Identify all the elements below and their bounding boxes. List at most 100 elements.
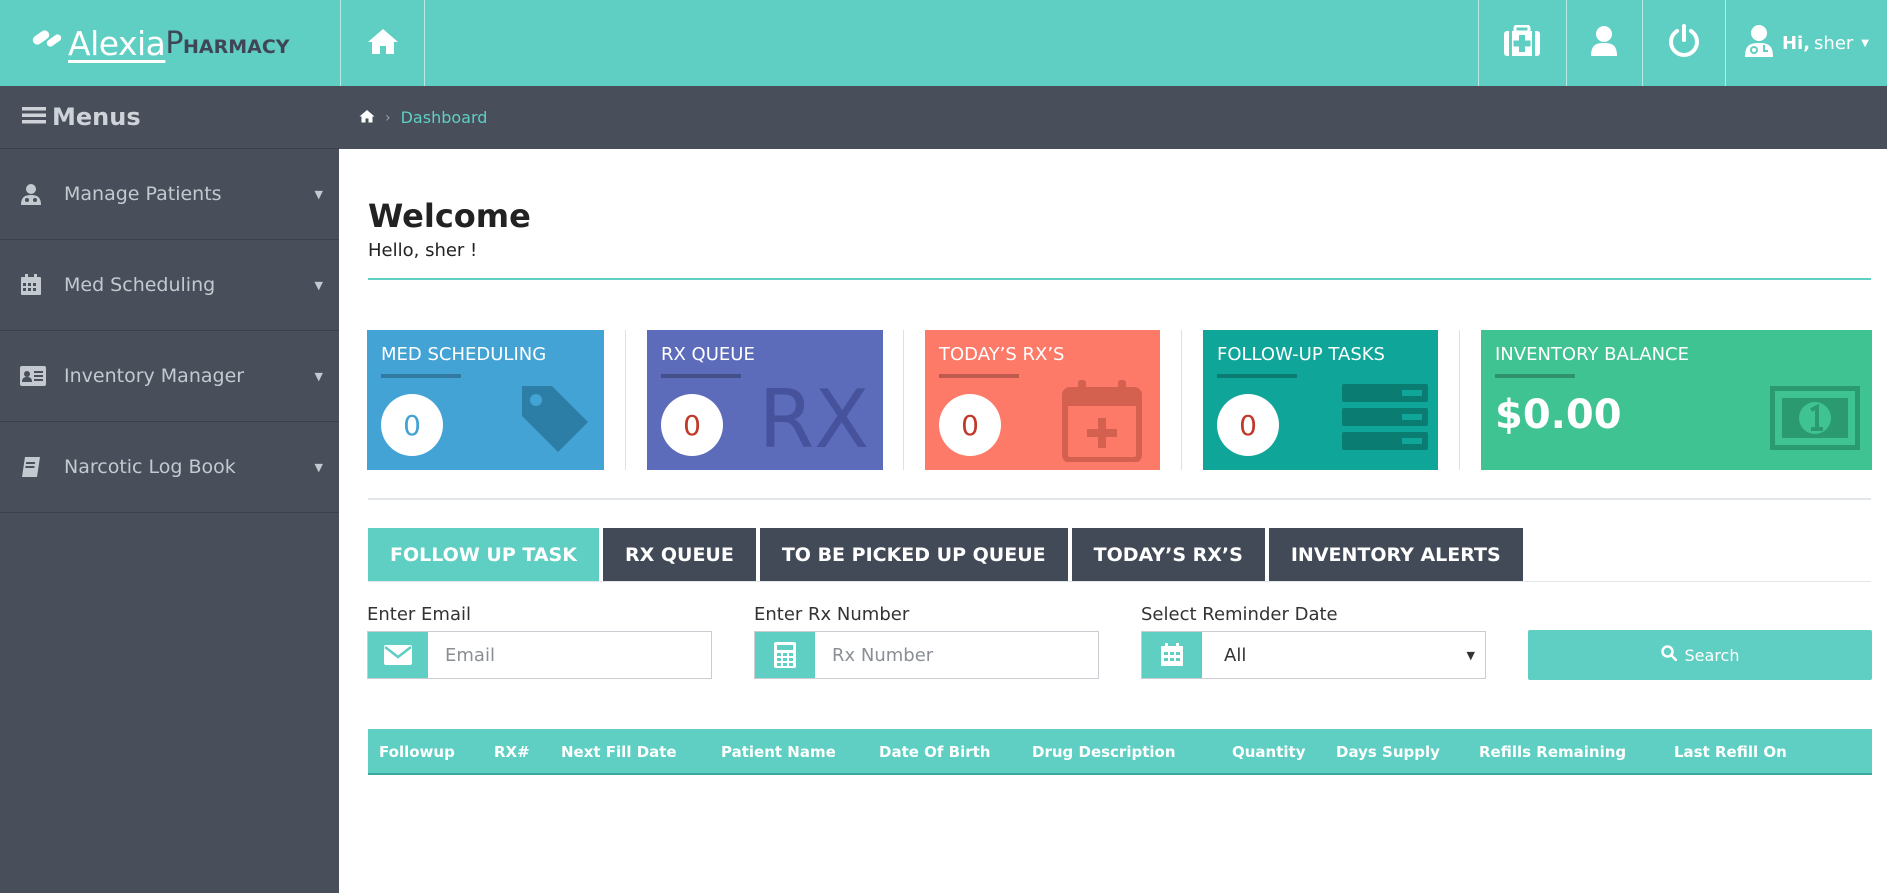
sidebar-item-inventory-manager[interactable]: Inventory Manager ▼ <box>0 331 339 422</box>
tab-inventory-alerts[interactable]: INVENTORY ALERTS <box>1268 528 1523 581</box>
tab-rx-queue[interactable]: RX QUEUE <box>602 528 756 581</box>
header-actions: Hi, sher ▼ <box>1477 0 1887 86</box>
calculator-icon <box>755 632 815 678</box>
card-title: TODAY’S RX’S <box>939 344 1065 365</box>
column-header[interactable]: Drug Description <box>1032 729 1176 775</box>
card-count: 0 <box>661 394 723 456</box>
user-greeting: Hi, <box>1781 32 1811 54</box>
brand-name-primary: Alexia <box>68 23 166 63</box>
column-header[interactable]: Next Fill Date <box>561 729 677 775</box>
rx-icon: RX <box>758 373 869 466</box>
breadcrumb-separator-icon: › <box>385 109 391 126</box>
medkit-icon <box>1502 24 1542 61</box>
search-icon <box>1660 645 1677 665</box>
card-follow-up-tasks[interactable]: FOLLOW-UP TASKS 0 <box>1203 330 1438 470</box>
email-label: Enter Email <box>367 604 471 625</box>
calendar-icon <box>1142 632 1202 678</box>
reminder-date-select[interactable]: All ▼ <box>1202 632 1485 678</box>
tab-todays-rxs[interactable]: TODAY’S RX’S <box>1071 528 1265 581</box>
card-separator <box>625 330 626 470</box>
first-aid-button[interactable] <box>1477 0 1566 86</box>
caret-down-icon: ▼ <box>314 369 323 383</box>
rx-number-input[interactable] <box>815 632 1098 678</box>
user-icon <box>1590 25 1618 61</box>
caret-down-icon: ▼ <box>314 278 323 292</box>
column-header[interactable]: Refills Remaining <box>1479 729 1626 775</box>
calendar-plus-icon <box>1062 378 1142 466</box>
select-caret-icon: ▼ <box>1466 648 1475 662</box>
column-header[interactable]: Followup <box>379 729 455 775</box>
profile-button[interactable] <box>1565 0 1642 86</box>
card-separator <box>1181 330 1182 470</box>
rx-number-field <box>754 631 1099 679</box>
doctor-icon <box>1744 24 1774 63</box>
brand-name-secondary: PHARMACY <box>165 25 290 61</box>
hamburger-icon <box>22 103 46 131</box>
page-subtitle: Hello, sher ! <box>368 240 478 261</box>
queue-tabs: FOLLOW UP TASK RX QUEUE TO BE PICKED UP … <box>368 528 1523 581</box>
card-separator <box>903 330 904 470</box>
user-menu-dropdown[interactable]: Hi, sher ▼ <box>1724 0 1887 86</box>
sidebar-item-label: Narcotic Log Book <box>64 456 236 478</box>
caret-down-icon: ▼ <box>314 460 323 474</box>
email-input[interactable] <box>428 632 711 678</box>
card-count: 0 <box>381 394 443 456</box>
reminder-date-field: All ▼ <box>1141 631 1486 679</box>
sidebar-title: Menus <box>52 103 141 131</box>
card-inventory-balance[interactable]: INVENTORY BALANCE $0.00 <box>1481 330 1872 470</box>
caret-down-icon: ▼ <box>1861 37 1869 49</box>
column-header[interactable]: Date Of Birth <box>879 729 990 775</box>
breadcrumb-home-icon[interactable] <box>359 108 375 127</box>
divider <box>368 278 1871 280</box>
card-underline <box>661 374 741 378</box>
sidebar-item-manage-patients[interactable]: Manage Patients ▼ <box>0 149 339 240</box>
card-rx-queue[interactable]: RX QUEUE 0 RX <box>647 330 883 470</box>
id-card-icon <box>20 366 64 386</box>
pills-icon <box>30 27 66 60</box>
sidebar-item-label: Manage Patients <box>64 183 222 205</box>
logout-button[interactable] <box>1641 0 1725 86</box>
sidebar: Menus Manage Patients ▼ Med Scheduling ▼… <box>0 86 339 893</box>
reminder-date-value: All <box>1224 644 1247 666</box>
main-content: Welcome Hello, sher ! MED SCHEDULING 0 R… <box>339 149 1887 893</box>
sidebar-item-med-scheduling[interactable]: Med Scheduling ▼ <box>0 240 339 331</box>
card-todays-rxs[interactable]: TODAY’S RX’S 0 <box>925 330 1160 470</box>
money-bill-icon <box>1769 385 1861 454</box>
search-button-label: Search <box>1684 645 1740 665</box>
rx-number-label: Enter Rx Number <box>754 604 910 625</box>
card-count: 0 <box>939 394 1001 456</box>
home-icon <box>367 27 399 59</box>
card-count: 0 <box>1217 394 1279 456</box>
breadcrumb: › Dashboard <box>339 86 1887 149</box>
home-button[interactable] <box>340 0 425 86</box>
card-title: RX QUEUE <box>661 344 755 365</box>
card-underline <box>939 374 1019 378</box>
column-header[interactable]: Quantity <box>1232 729 1306 775</box>
card-separator <box>1459 330 1460 470</box>
column-header[interactable]: RX# <box>494 729 530 775</box>
inventory-balance-value: $0.00 <box>1495 392 1622 438</box>
sidebar-menu-toggle[interactable]: Menus <box>0 86 339 149</box>
caret-down-icon: ▼ <box>314 187 323 201</box>
tab-to-be-picked-up-queue[interactable]: TO BE PICKED UP QUEUE <box>759 528 1068 581</box>
sidebar-item-label: Inventory Manager <box>64 365 245 387</box>
email-field <box>367 631 712 679</box>
breadcrumb-current[interactable]: Dashboard <box>401 108 488 127</box>
column-header[interactable]: Patient Name <box>721 729 836 775</box>
card-med-scheduling[interactable]: MED SCHEDULING 0 <box>367 330 604 470</box>
search-button[interactable]: Search <box>1528 630 1872 680</box>
tasks-list-icon <box>1342 384 1428 454</box>
card-underline <box>1495 374 1575 378</box>
column-header[interactable]: Last Refill On <box>1674 729 1787 775</box>
card-title: FOLLOW-UP TASKS <box>1217 344 1385 365</box>
card-underline <box>381 374 461 378</box>
brand-logo[interactable]: Alexia PHARMACY <box>0 0 340 86</box>
book-icon <box>20 456 64 478</box>
column-header[interactable]: Days Supply <box>1336 729 1440 775</box>
sidebar-item-narcotic-log-book[interactable]: Narcotic Log Book ▼ <box>0 422 339 513</box>
followup-table-header: Followup RX# Next Fill Date Patient Name… <box>368 729 1872 775</box>
sidebar-item-label: Med Scheduling <box>64 274 216 296</box>
tabs-divider <box>368 581 1871 582</box>
tab-follow-up-task[interactable]: FOLLOW UP TASK <box>368 528 599 581</box>
page-title: Welcome <box>368 197 531 235</box>
